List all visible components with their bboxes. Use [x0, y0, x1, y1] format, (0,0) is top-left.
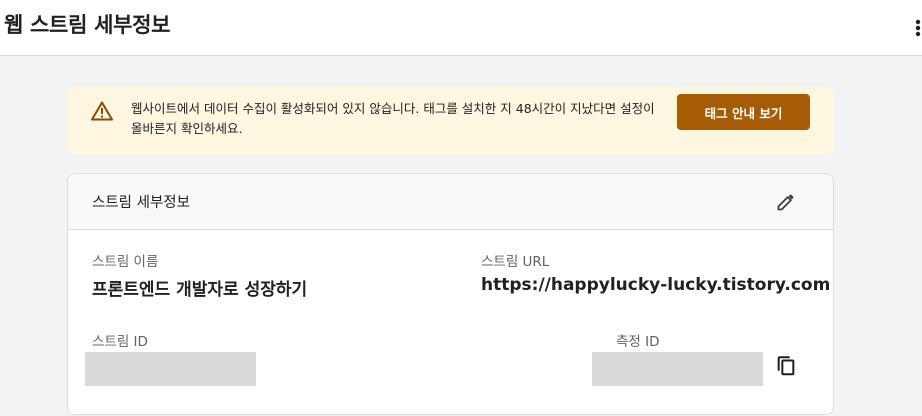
- data-collection-warning-banner: 웹사이트에서 데이터 수집이 활성화되어 있지 않습니다. 태그를 설치한 지 …: [67, 87, 834, 155]
- stream-url-label: 스트림 URL: [481, 254, 550, 270]
- stream-id-redacted: [85, 352, 256, 386]
- stream-name-value: 프론트엔드 개발자로 성장하기: [92, 280, 308, 300]
- edit-button[interactable]: [768, 186, 804, 218]
- stream-name-label: 스트림 이름: [92, 254, 159, 270]
- warning-icon: [91, 101, 113, 121]
- warning-message: 웹사이트에서 데이터 수집이 활성화되어 있지 않습니다. 태그를 설치한 지 …: [131, 101, 655, 136]
- page-title: 웹 스트림 세부정보: [4, 13, 171, 37]
- more-vert-icon[interactable]: [914, 16, 922, 40]
- card-header: 스트림 세부정보: [68, 174, 833, 230]
- measurement-id-label: 측정 ID: [616, 334, 660, 350]
- copy-measurement-id-button[interactable]: [771, 350, 801, 382]
- stream-id-label: 스트림 ID: [92, 334, 148, 350]
- measurement-id-redacted: [592, 352, 763, 386]
- pencil-icon: [777, 194, 794, 211]
- card-title: 스트림 세부정보: [92, 195, 190, 211]
- top-bar: 웹 스트림 세부정보: [0, 0, 922, 56]
- stream-url-value: https://happylucky-lucky.tistory.com: [481, 275, 831, 295]
- stream-details-card: 스트림 세부정보 스트림 이름 프론트엔드 개발자로 성장하기 스트림 URL …: [67, 173, 834, 415]
- view-tag-guide-button[interactable]: 태그 안내 보기: [677, 94, 810, 130]
- copy-icon: [777, 356, 795, 376]
